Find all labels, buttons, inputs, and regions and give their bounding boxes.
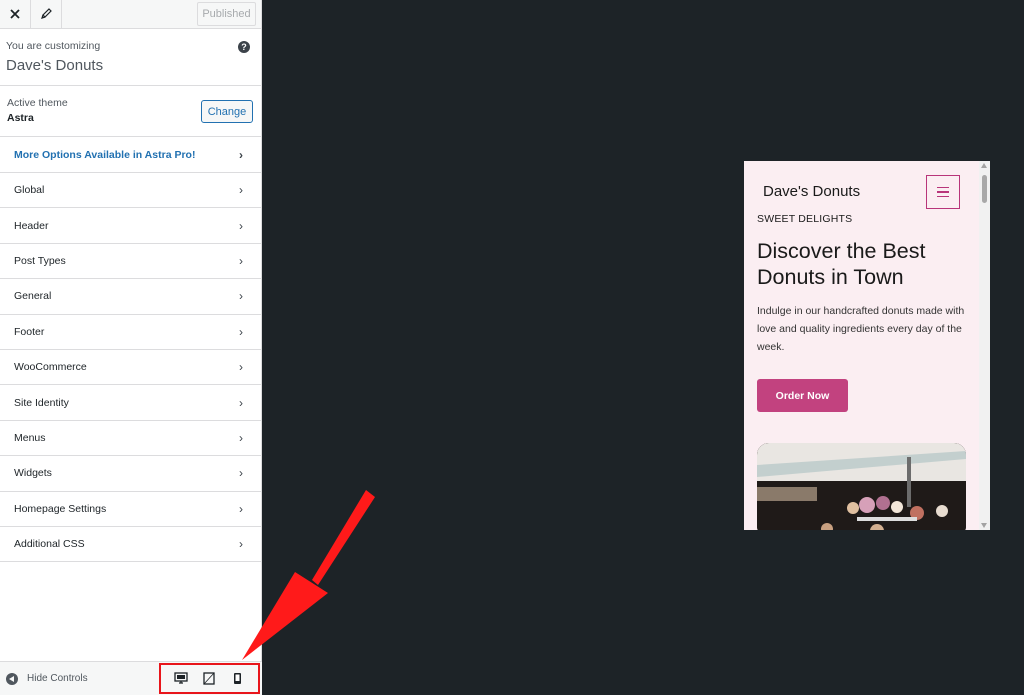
desktop-icon	[174, 672, 188, 684]
preview-scrollbar[interactable]	[979, 161, 990, 530]
chevron-right-icon: ›	[239, 395, 243, 410]
menu-item-label: Widgets	[14, 467, 52, 480]
menu-item-general[interactable]: General ›	[0, 279, 261, 315]
menu-item-post-types[interactable]: Post Types ›	[0, 244, 261, 280]
chevron-right-icon: ›	[239, 537, 243, 552]
customizer-menu: More Options Available in Astra Pro! › Gl…	[0, 137, 261, 563]
menu-item-woocommerce[interactable]: WooCommerce ›	[0, 350, 261, 386]
menu-item-menus[interactable]: Menus ›	[0, 421, 261, 457]
site-name: Dave's Donuts	[6, 57, 104, 74]
collapse-icon	[6, 672, 18, 685]
customizing-label: You are customizing	[6, 40, 101, 52]
tablet-icon	[203, 672, 216, 685]
hide-controls-button[interactable]: Hide Controls	[0, 672, 88, 685]
customizing-info: You are customizing Dave's Donuts ?	[0, 29, 261, 86]
chevron-right-icon: ›	[239, 183, 243, 198]
chevron-right-icon: ›	[239, 147, 243, 162]
menu-item-label: Post Types	[14, 254, 66, 267]
chevron-right-icon: ›	[239, 289, 243, 304]
menu-item-label: Header	[14, 219, 49, 232]
menu-item-global[interactable]: Global ›	[0, 173, 261, 209]
customizer-topbar: Published	[0, 0, 261, 29]
tablet-preview-button[interactable]	[201, 671, 217, 687]
scroll-down-icon[interactable]	[981, 523, 987, 528]
active-theme-section: Active theme Astra Change	[0, 86, 261, 137]
customizer-sidebar: Published You are customizing Dave's Don…	[0, 0, 262, 695]
published-button[interactable]: Published	[197, 2, 256, 26]
menu-item-label: More Options Available in Astra Pro!	[14, 148, 196, 161]
chevron-right-icon: ›	[239, 430, 243, 445]
menu-item-homepage-settings[interactable]: Homepage Settings ›	[0, 492, 261, 527]
mobile-preview-frame: Dave's Donuts SWEET DELIGHTS Discover th…	[744, 161, 990, 530]
mobile-icon	[234, 673, 242, 684]
menu-item-widgets[interactable]: Widgets ›	[0, 456, 261, 492]
menu-item-label: Menus	[14, 431, 46, 444]
menu-item-site-identity[interactable]: Site Identity ›	[0, 385, 261, 421]
change-theme-button[interactable]: Change	[201, 100, 253, 123]
preview-hero-heading: Discover the Best Donuts in Town	[757, 239, 926, 289]
desktop-preview-button[interactable]	[173, 671, 189, 687]
chevron-right-icon: ›	[239, 466, 243, 481]
customizer-footer: Hide Controls	[0, 661, 262, 695]
customize-style-button[interactable]	[31, 0, 62, 28]
menu-item-label: Global	[14, 184, 45, 197]
preview-eyebrow: SWEET DELIGHTS	[757, 213, 853, 225]
close-button[interactable]	[0, 0, 31, 28]
close-icon	[10, 9, 20, 19]
hamburger-menu-button[interactable]	[926, 175, 960, 209]
preview-site-title[interactable]: Dave's Donuts	[763, 183, 860, 200]
brush-icon	[41, 8, 52, 19]
menu-item-footer[interactable]: Footer ›	[0, 315, 261, 350]
menu-item-additional-css[interactable]: Additional CSS ›	[0, 527, 261, 563]
order-now-button[interactable]: Order Now	[757, 379, 848, 412]
menu-item-label: Homepage Settings	[14, 502, 107, 515]
mobile-preview-button[interactable]	[230, 671, 246, 687]
hamburger-icon	[937, 195, 949, 198]
hide-controls-label: Hide Controls	[27, 673, 88, 684]
menu-item-label: WooCommerce	[14, 361, 87, 374]
chevron-right-icon: ›	[239, 324, 243, 339]
menu-item-astra-pro[interactable]: More Options Available in Astra Pro! ›	[0, 137, 261, 173]
scroll-thumb[interactable]	[982, 175, 987, 203]
menu-item-label: Footer	[14, 325, 45, 338]
menu-item-label: Additional CSS	[14, 538, 85, 551]
hamburger-icon	[937, 186, 949, 189]
chevron-right-icon: ›	[239, 253, 243, 268]
hamburger-icon	[937, 191, 949, 193]
device-preview-switcher	[159, 663, 260, 694]
help-icon[interactable]: ?	[238, 41, 250, 53]
menu-item-label: General	[14, 290, 52, 303]
menu-item-header[interactable]: Header ›	[0, 208, 261, 244]
chevron-right-icon: ›	[239, 218, 243, 233]
donut-display-image	[757, 443, 966, 530]
scroll-up-icon[interactable]	[981, 163, 987, 168]
chevron-right-icon: ›	[239, 501, 243, 516]
preview-hero-text: Indulge in our handcrafted donuts made w…	[757, 305, 965, 353]
menu-item-label: Site Identity	[14, 396, 69, 409]
chevron-right-icon: ›	[239, 360, 243, 375]
